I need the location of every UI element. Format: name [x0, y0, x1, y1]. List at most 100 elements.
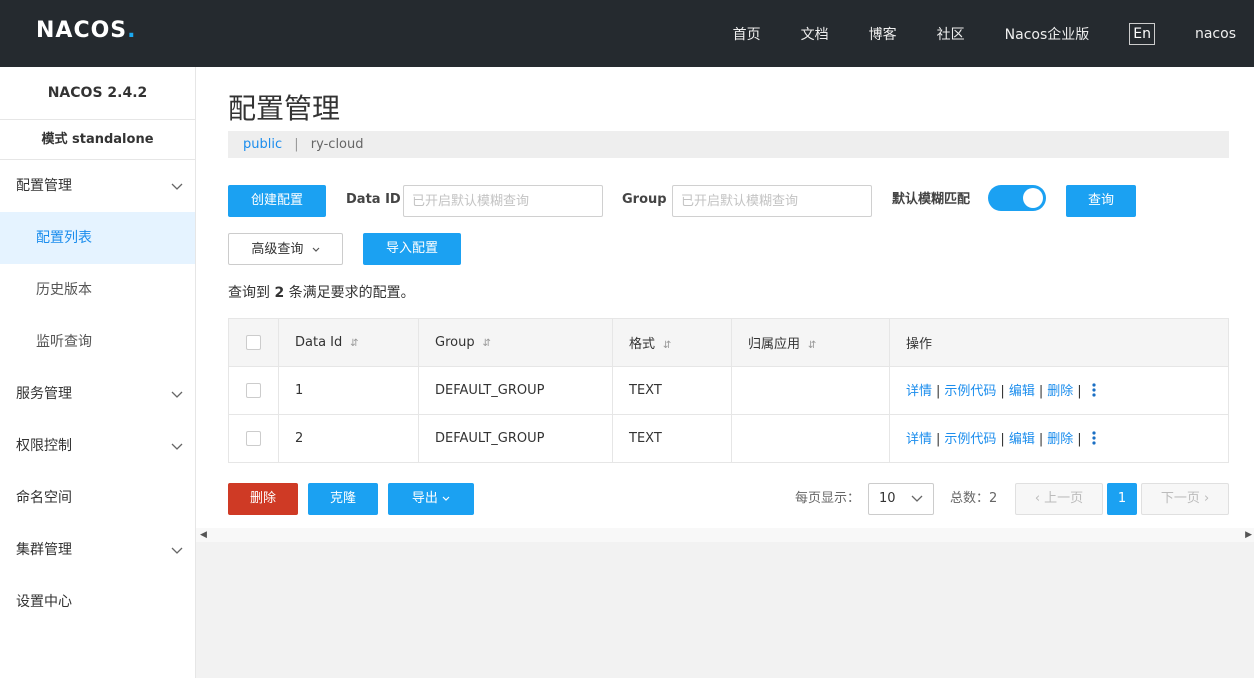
row-checkbox[interactable]: [246, 383, 261, 398]
group-input[interactable]: [672, 185, 872, 217]
import-config-button[interactable]: 导入配置: [363, 233, 461, 265]
fuzzy-match-toggle[interactable]: [988, 185, 1046, 211]
cell-format: TEXT: [612, 366, 732, 415]
nav-home[interactable]: 首页: [733, 24, 761, 44]
col-format[interactable]: 格式 ⇵: [612, 318, 732, 367]
more-vertical-icon[interactable]: [1092, 431, 1096, 449]
config-table: Data Id ⇵ Group ⇵ 格式 ⇵ 归属应用 ⇵ 操作 1 DEFAULT_G…: [228, 318, 1229, 463]
cell-data-id: 2: [278, 414, 419, 463]
edit-link[interactable]: 编辑: [1009, 384, 1035, 399]
scroll-left-icon[interactable]: ◀: [200, 528, 207, 542]
next-page-button[interactable]: 下一页 ›: [1141, 483, 1229, 515]
row-checkbox[interactable]: [246, 431, 261, 446]
sidebar-item-cluster-management[interactable]: 集群管理: [0, 524, 195, 576]
col-app[interactable]: 归属应用 ⇵: [731, 318, 890, 367]
group-label: Group: [622, 192, 667, 207]
delete-link[interactable]: 删除: [1047, 384, 1073, 399]
page-size-value: 10: [879, 491, 896, 506]
dataid-label: Data ID: [346, 192, 401, 207]
col-ops-label: 操作: [906, 337, 933, 352]
namespace-public[interactable]: public: [243, 137, 282, 152]
nav-docs[interactable]: 文档: [801, 24, 829, 44]
sidebar-item-namespace[interactable]: 命名空间: [0, 472, 195, 524]
sample-code-link[interactable]: 示例代码: [944, 384, 996, 399]
scroll-right-icon[interactable]: ▶: [1245, 528, 1252, 542]
op-divider: |: [1000, 384, 1005, 400]
sidebar-item-service-management[interactable]: 服务管理: [0, 368, 195, 420]
nav-enterprise[interactable]: Nacos企业版: [1005, 24, 1090, 44]
op-divider: |: [1038, 384, 1044, 400]
logo-text: NACOS: [36, 18, 128, 43]
nacos-logo[interactable]: NACOS.: [36, 18, 137, 43]
top-nav: 首页 文档 博客 社区 Nacos企业版 En nacos: [693, 0, 1236, 67]
sidebar-item-config-management[interactable]: 配置管理: [0, 160, 195, 212]
language-switch[interactable]: En: [1129, 22, 1155, 45]
delete-link[interactable]: 删除: [1047, 432, 1073, 447]
page-1-button[interactable]: 1: [1107, 483, 1137, 515]
sidebar-item-label: 配置管理: [16, 178, 72, 194]
chevron-down-icon: [442, 491, 450, 506]
sidebar-item-listener-query[interactable]: 监听查询: [0, 316, 195, 368]
cell-ops: 详情 | 示例代码 | 编辑 | 删除 |: [889, 366, 1229, 415]
page-size-label: 每页显示：: [795, 491, 861, 506]
row-select-cell: [228, 414, 279, 463]
op-divider: |: [1077, 432, 1082, 448]
nav-blog[interactable]: 博客: [869, 24, 897, 44]
cell-group: DEFAULT_GROUP: [418, 414, 613, 463]
select-all-cell: [228, 318, 279, 367]
export-label: 导出: [411, 491, 438, 506]
bulk-delete-button[interactable]: 删除: [228, 483, 298, 515]
namespace-bar: public | ry-cloud: [228, 131, 1229, 158]
col-app-label: 归属应用: [748, 337, 801, 352]
sidebar-item-label: 监听查询: [36, 334, 92, 350]
sort-icon[interactable]: ⇵: [350, 338, 358, 349]
more-vertical-icon[interactable]: [1092, 383, 1096, 401]
result-prefix: 查询到: [228, 285, 270, 301]
col-format-label: 格式: [629, 337, 656, 352]
chevron-down-icon: [171, 368, 183, 420]
op-divider: |: [1038, 432, 1044, 448]
cell-ops: 详情 | 示例代码 | 编辑 | 删除 |: [889, 414, 1229, 463]
details-link[interactable]: 详情: [906, 432, 932, 447]
export-button[interactable]: 导出: [388, 483, 474, 515]
toggle-knob: [1023, 188, 1043, 208]
sidebar-item-history[interactable]: 历史版本: [0, 264, 195, 316]
namespace-separator: |: [294, 137, 299, 152]
op-divider: |: [936, 384, 941, 400]
user-menu[interactable]: nacos: [1195, 26, 1236, 42]
clone-button[interactable]: 克隆: [308, 483, 378, 515]
chevron-down-icon: [171, 420, 183, 472]
chevron-right-icon: ›: [1203, 491, 1210, 506]
logo-dot: .: [127, 18, 137, 43]
edit-link[interactable]: 编辑: [1009, 432, 1035, 447]
mode-label: 模式 standalone: [0, 120, 195, 160]
query-button[interactable]: 查询: [1066, 185, 1136, 217]
sidebar-item-label: 权限控制: [16, 438, 72, 454]
cell-app: [731, 366, 890, 415]
sidebar-item-settings[interactable]: 设置中心: [0, 576, 195, 628]
namespace-ry-cloud[interactable]: ry-cloud: [311, 137, 364, 152]
sidebar: NACOS 2.4.2 模式 standalone 配置管理 配置列表 历史版本…: [0, 67, 196, 678]
chevron-down-icon: [171, 524, 183, 576]
cell-format: TEXT: [612, 414, 732, 463]
col-group[interactable]: Group ⇵: [418, 318, 613, 367]
chevron-down-icon: [312, 245, 320, 256]
details-link[interactable]: 详情: [906, 384, 932, 399]
horizontal-scrollbar[interactable]: ◀ ▶: [196, 528, 1254, 542]
page-size-select[interactable]: 10: [868, 483, 934, 515]
prev-page-button[interactable]: ‹ 上一页: [1015, 483, 1103, 515]
sort-icon[interactable]: ⇵: [663, 340, 671, 351]
dataid-input[interactable]: [403, 185, 603, 217]
nav-community[interactable]: 社区: [937, 24, 965, 44]
sidebar-item-config-list[interactable]: 配置列表: [0, 212, 195, 264]
chevron-down-icon: [911, 484, 923, 514]
sidebar-item-access-control[interactable]: 权限控制: [0, 420, 195, 472]
select-all-checkbox[interactable]: [246, 335, 261, 350]
sample-code-link[interactable]: 示例代码: [944, 432, 996, 447]
sort-icon[interactable]: ⇵: [483, 338, 491, 349]
cell-data-id: 1: [278, 366, 419, 415]
col-data-id[interactable]: Data Id ⇵: [278, 318, 419, 367]
advanced-query-button[interactable]: 高级查询: [228, 233, 343, 265]
create-config-button[interactable]: 创建配置: [228, 185, 326, 217]
sort-icon[interactable]: ⇵: [808, 340, 816, 351]
